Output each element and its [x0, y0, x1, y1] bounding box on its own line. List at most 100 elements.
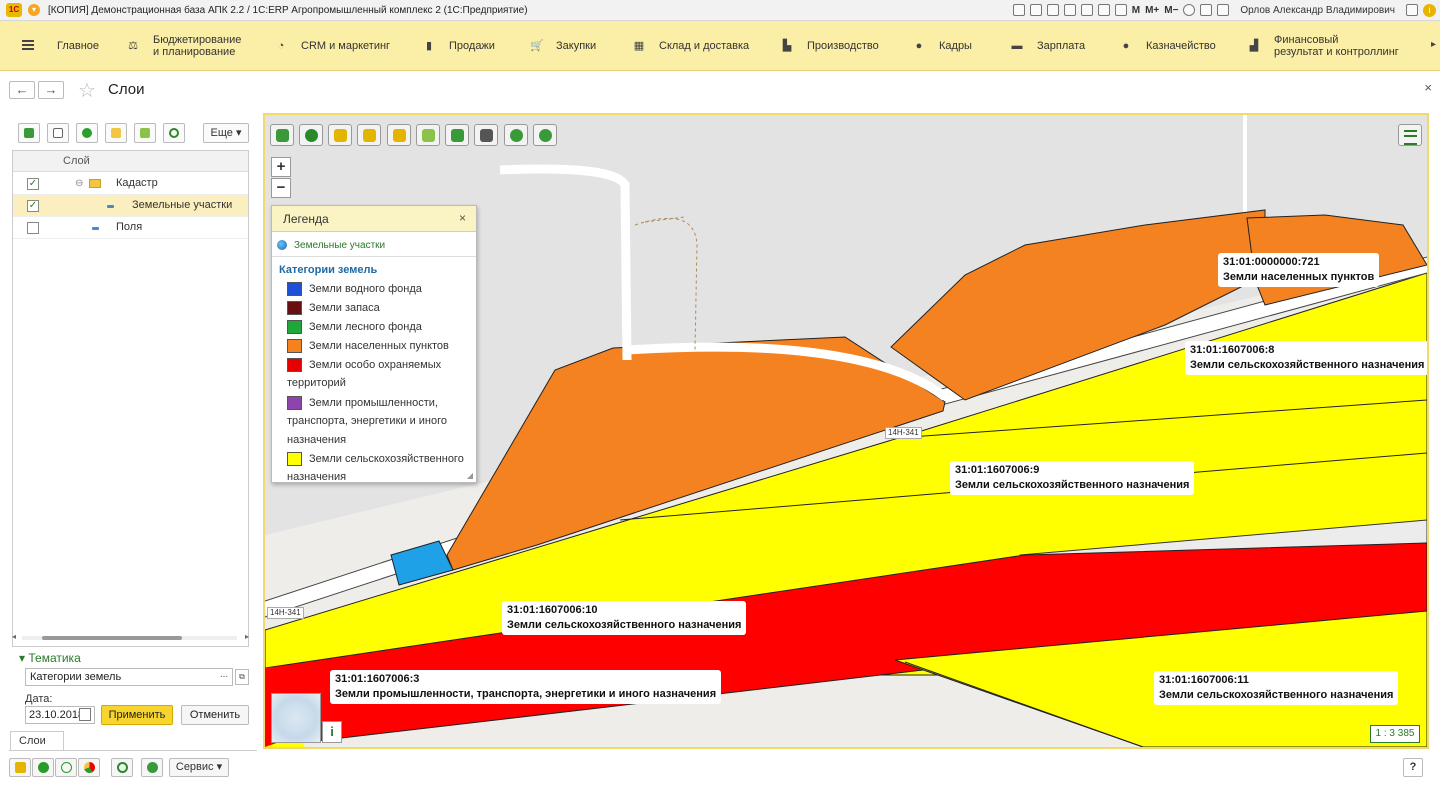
menu-item-sales[interactable]: ▮ Продажи: [423, 21, 495, 71]
thematic-open-button[interactable]: ⧉: [235, 669, 249, 685]
select-all-button[interactable]: [18, 123, 40, 143]
chart-mode-button[interactable]: [78, 758, 100, 777]
tree-row-land-plots[interactable]: ✓ Земельные участки: [13, 195, 248, 217]
save-icon[interactable]: [1012, 4, 1025, 16]
search-button[interactable]: [111, 758, 133, 777]
tree-row-fields[interactable]: Поля: [13, 217, 248, 239]
print-icon[interactable]: [1029, 4, 1042, 16]
legend-swatch: [287, 301, 302, 315]
pan-tool[interactable]: [328, 124, 352, 146]
calendar-icon[interactable]: [79, 708, 91, 721]
layers-tool[interactable]: [416, 124, 440, 146]
locate-alt-tool[interactable]: [533, 124, 557, 146]
thematic-header[interactable]: ▾ Тематика: [19, 651, 81, 665]
filter-tool[interactable]: [445, 124, 469, 146]
measure-tool[interactable]: [357, 124, 381, 146]
menu-item-purchases[interactable]: 🛒 Закупки: [530, 21, 596, 71]
refresh-button[interactable]: [163, 123, 185, 143]
menu-item-budgeting[interactable]: ⚖ Бюджетирование и планирование: [127, 21, 241, 71]
legend-title: Легенда: [283, 212, 329, 226]
parcel-label-3[interactable]: 31:01:1607006:3 Земли промышленности, тр…: [330, 670, 722, 704]
scale-indicator: 1 : 3 385: [1370, 725, 1420, 743]
legend-label-cont: территорий: [287, 377, 346, 389]
info-tool[interactable]: [299, 124, 323, 146]
resize-handle-icon[interactable]: ◢: [467, 471, 473, 480]
edit-layer-button[interactable]: [134, 123, 156, 143]
area-tool[interactable]: [387, 124, 411, 146]
overview-minimap[interactable]: [271, 693, 321, 743]
collapse-icon[interactable]: ⊖: [75, 178, 83, 189]
document-icon[interactable]: [1080, 4, 1093, 16]
scroll-left-icon[interactable]: ◂: [12, 632, 16, 641]
map-info-button[interactable]: i: [322, 721, 342, 743]
favorite-star-icon[interactable]: ☆: [78, 78, 96, 103]
info-icon[interactable]: i: [1423, 3, 1436, 17]
favorites-icon[interactable]: [1217, 4, 1230, 16]
tree-row-cadastre[interactable]: ✓ ⊖ Кадастр: [13, 173, 248, 195]
globe-button[interactable]: [141, 758, 163, 777]
locate-tool[interactable]: [504, 124, 528, 146]
memory-minus-button[interactable]: M−: [1164, 5, 1178, 16]
forward-button[interactable]: →: [38, 81, 64, 99]
cancel-button[interactable]: Отменить: [181, 705, 249, 725]
layers-list-button[interactable]: [1398, 124, 1422, 146]
legend-close-button[interactable]: ×: [459, 211, 466, 225]
menu-item-salary[interactable]: ▬ Зарплата: [1011, 21, 1086, 71]
chevron-right-icon[interactable]: ▸: [1431, 39, 1436, 50]
user-name[interactable]: Орлов Александр Владимирович: [1240, 5, 1395, 16]
download-icon[interactable]: [1046, 4, 1059, 16]
window-icon[interactable]: [1200, 4, 1213, 16]
tab-layers[interactable]: Слои: [10, 731, 64, 751]
zoom-in-button[interactable]: +: [271, 157, 291, 177]
menu-item-production[interactable]: ▙ Производство: [781, 21, 879, 71]
horizontal-scrollbar[interactable]: ◂ ▸: [12, 632, 249, 644]
settings-icon[interactable]: [1406, 4, 1418, 16]
copy-icon[interactable]: [1063, 4, 1076, 16]
layer-checkbox[interactable]: ✓: [27, 200, 39, 212]
menu-item-warehouse[interactable]: ▦ Склад и доставка: [633, 21, 749, 71]
select-tool[interactable]: [474, 124, 498, 146]
more-button[interactable]: Еще ▾: [203, 123, 249, 143]
close-form-button[interactable]: ×: [1424, 80, 1432, 95]
layer-checkbox[interactable]: ✓: [27, 178, 39, 190]
calendar-icon[interactable]: [1097, 4, 1110, 16]
parcel-label-11[interactable]: 31:01:1607006:11 Земли сельскохозяйствен…: [1154, 671, 1399, 705]
copy-layer-button[interactable]: [47, 123, 69, 143]
menu-item-main[interactable]: Главное: [57, 21, 99, 71]
memory-plus-button[interactable]: M+: [1145, 5, 1159, 16]
layers-mode-button[interactable]: [9, 758, 31, 777]
line-mode-button[interactable]: [55, 758, 77, 777]
app-menu-icon[interactable]: ▾: [28, 4, 40, 16]
calculator-icon[interactable]: [1114, 4, 1127, 16]
menu-item-finance[interactable]: ▟ Финансовый результат и контроллинг: [1248, 21, 1399, 71]
help-button[interactable]: ?: [1403, 758, 1423, 777]
scroll-right-icon[interactable]: ▸: [245, 632, 249, 641]
add-layer-button[interactable]: [76, 123, 98, 143]
parcel-label-8[interactable]: 31:01:1607006:8 Земли сельскохозяйственн…: [1185, 341, 1427, 375]
home-tool[interactable]: [270, 124, 294, 146]
layer-label: Земельные участки: [132, 199, 233, 211]
scroll-thumb[interactable]: [42, 636, 182, 640]
parcel-label-721[interactable]: 31:01:0000000:721 Земли населенных пункт…: [1218, 253, 1380, 287]
add-group-button[interactable]: [105, 123, 127, 143]
map-view[interactable]: + − Легенда × Земельные участки Категори…: [263, 113, 1429, 749]
thematic-title: Тематика: [28, 651, 81, 665]
parcel-label-10[interactable]: 31:01:1607006:10 Земли сельскохозяйствен…: [502, 601, 747, 635]
thematic-field[interactable]: Категории земель: [25, 668, 233, 686]
menu-item-crm[interactable]: ◔ CRM и маркетинг: [275, 21, 390, 71]
memory-button[interactable]: M: [1132, 5, 1140, 16]
service-button[interactable]: Сервис ▾: [169, 758, 229, 777]
thematic-select-button[interactable]: ...: [217, 669, 231, 685]
menu-item-treasury[interactable]: ● Казначейство: [1120, 21, 1216, 71]
zoom-out-button[interactable]: −: [271, 178, 291, 198]
layer-checkbox[interactable]: [27, 222, 39, 234]
parcel-label-9[interactable]: 31:01:1607006:9 Земли сельскохозяйственн…: [950, 461, 1195, 495]
back-button[interactable]: ←: [9, 81, 35, 99]
point-mode-button[interactable]: [32, 758, 54, 777]
budget-icon: ⚖: [128, 40, 138, 52]
menu-item-hr[interactable]: ● Кадры: [913, 21, 972, 71]
hamburger-icon[interactable]: [22, 40, 34, 50]
parcel-id: 31:01:1607006:8: [1190, 344, 1275, 356]
zoom-icon[interactable]: [1183, 4, 1196, 16]
apply-button[interactable]: Применить: [101, 705, 173, 725]
